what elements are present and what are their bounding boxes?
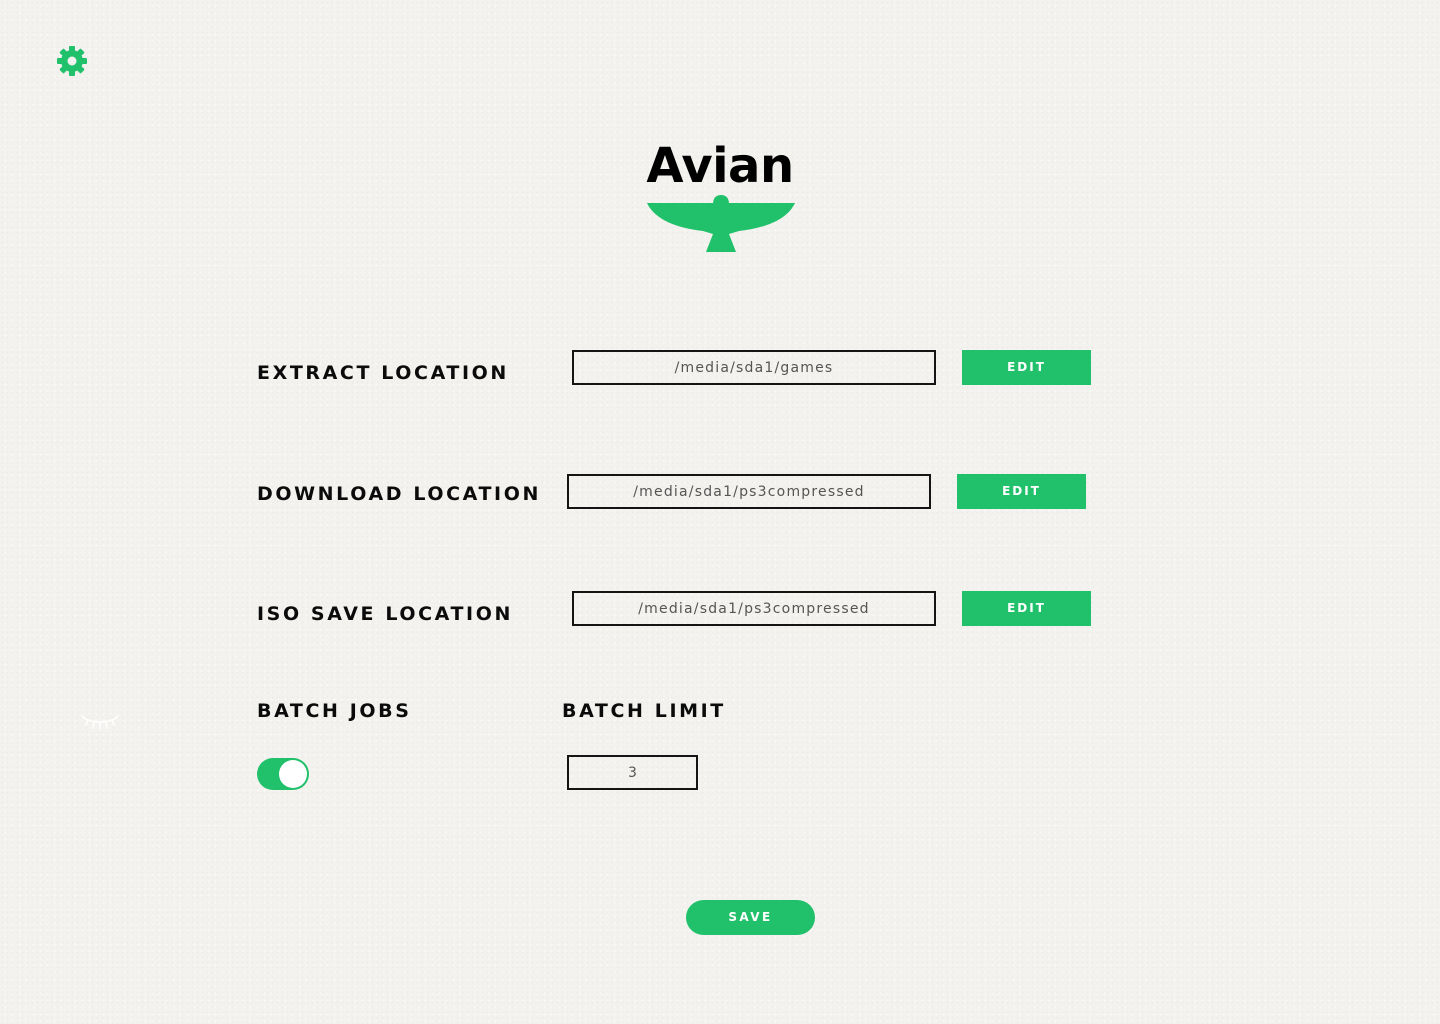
save-button[interactable]: SAVE <box>686 900 815 935</box>
extract-edit-button[interactable]: EDIT <box>962 350 1091 385</box>
extract-location-label: EXTRACT LOCATION <box>257 362 509 384</box>
bird-icon <box>647 194 795 254</box>
iso-save-edit-button[interactable]: EDIT <box>962 591 1091 626</box>
batch-jobs-label: BATCH JOBS <box>257 700 412 722</box>
batch-jobs-toggle[interactable] <box>257 758 309 790</box>
app-logo: Avian <box>620 136 820 260</box>
toggle-knob <box>279 760 307 788</box>
iso-save-location-label: ISO SAVE LOCATION <box>257 603 513 625</box>
download-location-label: DOWNLOAD LOCATION <box>257 483 541 505</box>
eye-closed-icon[interactable] <box>80 710 120 734</box>
gear-icon[interactable] <box>54 43 90 79</box>
download-edit-button[interactable]: EDIT <box>957 474 1086 509</box>
download-location-field[interactable] <box>567 474 931 509</box>
batch-limit-field[interactable] <box>567 755 698 790</box>
batch-limit-label: BATCH LIMIT <box>562 700 726 722</box>
app-title: Avian <box>646 138 794 194</box>
iso-save-location-field[interactable] <box>572 591 936 626</box>
extract-location-field[interactable] <box>572 350 936 385</box>
